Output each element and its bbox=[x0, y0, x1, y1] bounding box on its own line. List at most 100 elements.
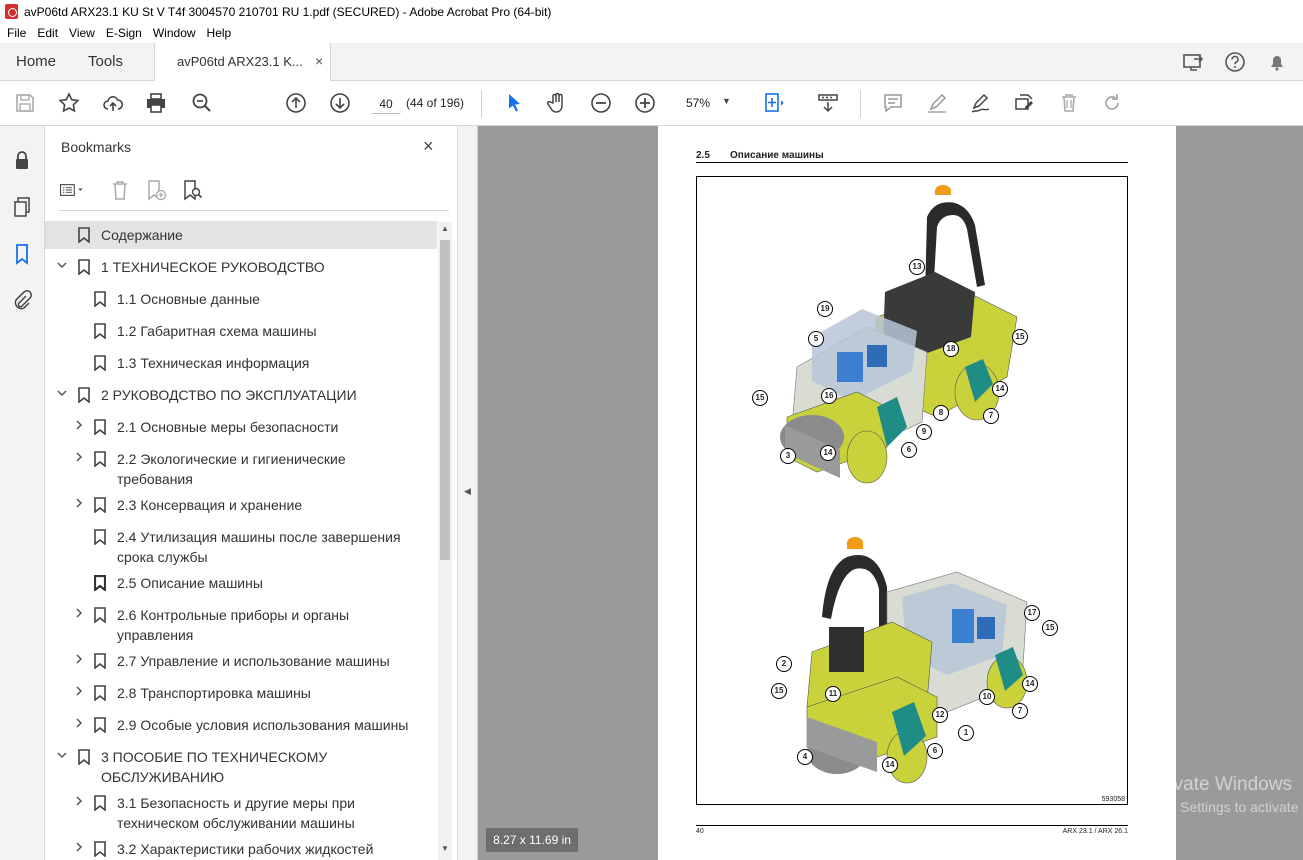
bookmark-label-line2: техническом обслуживании машины bbox=[117, 815, 355, 831]
bookmarks-scrollbar[interactable]: ▲ ▼ bbox=[438, 222, 452, 860]
bookmark-item-section-2[interactable]: 2 РУКОВОДСТВО ПО ЭКСПЛУАТАЦИИ bbox=[45, 381, 437, 409]
bookmark-star-icon[interactable] bbox=[56, 90, 82, 116]
comment-icon[interactable] bbox=[880, 90, 906, 116]
menu-window[interactable]: Window bbox=[153, 26, 196, 40]
collapse-left-icon[interactable]: ◀ bbox=[464, 486, 471, 497]
page-thumbnails-icon[interactable] bbox=[10, 195, 34, 219]
previous-page-icon[interactable] bbox=[283, 90, 309, 116]
callout-marker: 4 bbox=[797, 749, 813, 765]
bookmark-options-menu-icon[interactable] bbox=[59, 178, 85, 202]
machine-figure: 13 19 5 18 15 14 15 16 8 7 9 3 14 6 17 1… bbox=[696, 176, 1128, 805]
menu-esign[interactable]: E-Sign bbox=[106, 26, 142, 40]
bookmark-item-2-8[interactable]: 2.8 Транспортировка машины bbox=[45, 679, 437, 707]
section-heading: 2.5 Описание машины bbox=[696, 150, 1128, 163]
chevron-down-icon[interactable] bbox=[55, 748, 69, 766]
fit-page-icon[interactable] bbox=[760, 90, 786, 116]
chevron-down-icon[interactable] bbox=[55, 386, 69, 404]
scroll-mode-icon[interactable] bbox=[815, 90, 841, 116]
notifications-bell-icon[interactable] bbox=[1265, 50, 1289, 74]
bookmark-label: 3 ПОСОБИЕ ПО ТЕХНИЧЕСКОМУ bbox=[101, 749, 328, 765]
watermark-line2: Go to Settings to activate bbox=[1142, 799, 1299, 815]
callout-marker: 15 bbox=[771, 683, 787, 699]
zoom-in-icon[interactable] bbox=[632, 90, 658, 116]
next-page-icon[interactable] bbox=[327, 90, 353, 116]
bookmark-item-3-2[interactable]: 3.2 Характеристики рабочих жидкостей bbox=[45, 835, 437, 860]
hand-tool-icon[interactable] bbox=[544, 90, 570, 116]
lock-icon[interactable] bbox=[10, 148, 34, 172]
bookmark-label: 2.9 Особые условия использования машины bbox=[117, 717, 409, 733]
chevron-right-icon[interactable] bbox=[72, 606, 86, 624]
redo-rotate-icon[interactable] bbox=[1099, 90, 1125, 116]
bookmark-item-1-1[interactable]: 1.1 Основные данные bbox=[45, 285, 437, 313]
bookmark-item-2-2[interactable]: 2.2 Экологические и гигиенические требов… bbox=[45, 445, 437, 491]
tab-document[interactable]: avP06td ARX23.1 K... × bbox=[154, 43, 331, 81]
bookmark-label: 2 РУКОВОДСТВО ПО ЭКСПЛУАТАЦИИ bbox=[101, 387, 357, 403]
bookmark-item-section-3[interactable]: 3 ПОСОБИЕ ПО ТЕХНИЧЕСКОМУ ОБСЛУЖИВАНИЮ bbox=[45, 743, 437, 789]
find-bookmark-icon[interactable] bbox=[179, 178, 205, 202]
bookmark-item-2-9[interactable]: 2.9 Особые условия использования машины bbox=[45, 711, 437, 739]
figure-code: 593058 bbox=[1101, 796, 1125, 803]
chevron-down-icon[interactable]: ▼ bbox=[722, 96, 731, 106]
edit-form-icon[interactable] bbox=[1011, 90, 1037, 116]
page-number-input[interactable]: 40 bbox=[371, 92, 401, 114]
divider bbox=[59, 210, 449, 211]
bookmark-item-contents[interactable]: Содержание bbox=[45, 221, 437, 249]
add-bookmark-icon[interactable] bbox=[143, 178, 169, 202]
menu-view[interactable]: View bbox=[69, 26, 95, 40]
chevron-right-icon[interactable] bbox=[72, 794, 86, 812]
chevron-right-icon[interactable] bbox=[72, 684, 86, 702]
chevron-right-icon[interactable] bbox=[72, 716, 86, 734]
help-icon[interactable] bbox=[1223, 50, 1247, 74]
menu-file[interactable]: File bbox=[7, 26, 26, 40]
panel-collapse-handle[interactable]: ◀ bbox=[458, 126, 478, 860]
delete-bookmark-icon[interactable] bbox=[107, 178, 133, 202]
delete-trash-icon[interactable] bbox=[1056, 90, 1082, 116]
scroll-up-icon[interactable]: ▲ bbox=[438, 224, 452, 238]
document-viewport[interactable]: 2.5 Описание машины 13 19 5 18 15 14 15 … bbox=[478, 126, 1303, 860]
zoom-search-icon[interactable] bbox=[189, 90, 215, 116]
scroll-down-icon[interactable]: ▼ bbox=[438, 844, 452, 858]
section-number: 2.5 bbox=[696, 150, 710, 161]
chevron-right-icon[interactable] bbox=[72, 496, 86, 514]
bookmark-item-3-1[interactable]: 3.1 Безопасность и другие меры при техни… bbox=[45, 789, 437, 835]
menu-help[interactable]: Help bbox=[207, 26, 232, 40]
bookmark-item-2-3[interactable]: 2.3 Консервация и хранение bbox=[45, 491, 437, 519]
scrollbar-thumb[interactable] bbox=[440, 240, 450, 560]
callout-marker: 7 bbox=[983, 408, 999, 424]
print-icon[interactable] bbox=[143, 90, 169, 116]
chevron-right-icon[interactable] bbox=[72, 840, 86, 858]
menu-edit[interactable]: Edit bbox=[37, 26, 58, 40]
bookmark-item-1-3[interactable]: 1.3 Техническая информация bbox=[45, 349, 437, 377]
bookmark-item-2-5[interactable]: 2.5 Описание машины bbox=[45, 569, 437, 597]
tab-close-icon[interactable]: × bbox=[315, 53, 323, 69]
bookmark-item-2-7[interactable]: 2.7 Управление и использование машины bbox=[45, 647, 437, 675]
zoom-out-icon[interactable] bbox=[588, 90, 614, 116]
bookmark-item-2-4[interactable]: 2.4 Утилизация машины после завершения с… bbox=[45, 523, 437, 569]
attachments-paperclip-icon[interactable] bbox=[10, 288, 34, 312]
save-icon[interactable] bbox=[12, 90, 38, 116]
zoom-level-dropdown[interactable]: 57% bbox=[686, 96, 710, 110]
highlight-pen-icon[interactable] bbox=[924, 90, 950, 116]
bookmark-item-2-6[interactable]: 2.6 Контрольные приборы и органы управле… bbox=[45, 601, 437, 647]
select-cursor-icon[interactable] bbox=[501, 90, 527, 116]
tab-home[interactable]: Home bbox=[16, 53, 56, 70]
bookmark-item-section-1[interactable]: 1 ТЕХНИЧЕСКОЕ РУКОВОДСТВО bbox=[45, 253, 437, 281]
chevron-down-icon[interactable] bbox=[55, 258, 69, 276]
upload-cloud-icon[interactable] bbox=[100, 90, 126, 116]
share-screen-icon[interactable] bbox=[1181, 50, 1205, 74]
bookmarks-panel: Bookmarks × Содержание 1 ТЕХНИЧЕСКОЕ РУК… bbox=[45, 126, 458, 860]
bookmark-icon bbox=[94, 323, 106, 339]
draw-sign-icon[interactable] bbox=[968, 90, 994, 116]
callout-marker: 18 bbox=[943, 341, 959, 357]
tab-tools[interactable]: Tools bbox=[88, 53, 123, 70]
chevron-right-icon[interactable] bbox=[72, 652, 86, 670]
chevron-right-icon[interactable] bbox=[72, 418, 86, 436]
chevron-right-icon[interactable] bbox=[72, 450, 86, 468]
bookmarks-panel-icon[interactable] bbox=[10, 242, 34, 266]
bookmark-item-1-2[interactable]: 1.2 Габаритная схема машины bbox=[45, 317, 437, 345]
bookmark-icon bbox=[94, 841, 106, 857]
bookmark-item-2-1[interactable]: 2.1 Основные меры безопасности bbox=[45, 413, 437, 441]
bookmark-label: 3.2 Характеристики рабочих жидкостей bbox=[117, 841, 374, 857]
close-icon[interactable]: × bbox=[423, 136, 434, 157]
bookmark-icon bbox=[94, 355, 106, 371]
